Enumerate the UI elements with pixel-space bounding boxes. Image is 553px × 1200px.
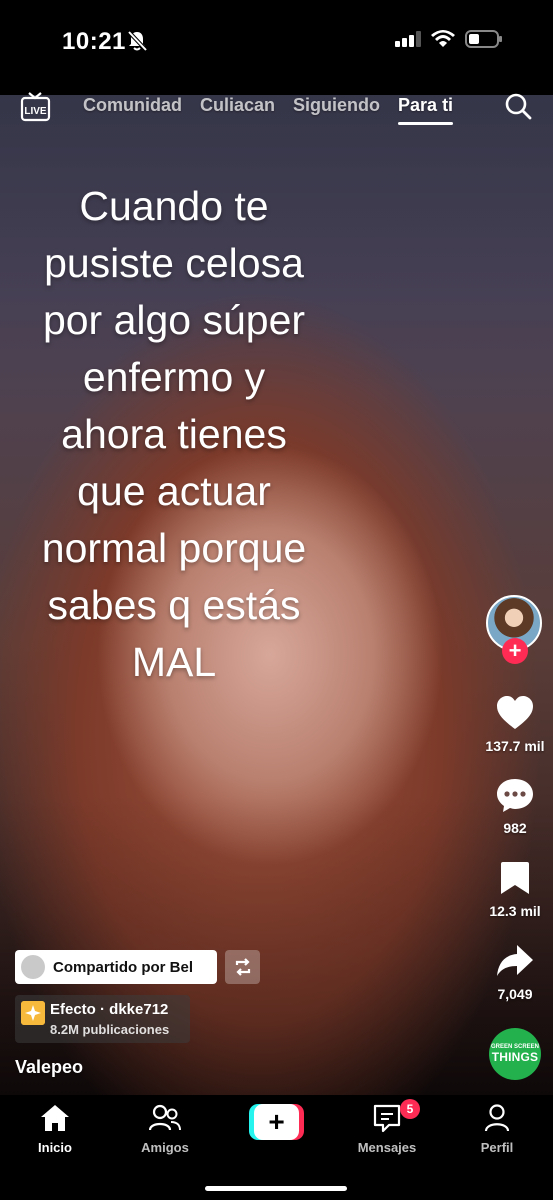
top-nav: LIVE Comunidad Culiacan Siguiendo Para t… [0, 90, 553, 125]
repost-icon [235, 958, 250, 976]
like-count: 137.7 mil [485, 738, 545, 754]
bookmark-icon [501, 862, 529, 894]
share-button[interactable]: 7,049 [484, 943, 546, 1002]
share-count: 7,049 [497, 986, 533, 1002]
nav-profile[interactable]: Perfil [452, 1103, 542, 1155]
author-name[interactable]: Valepeo [15, 1057, 83, 1078]
nav-profile-label: Perfil [480, 1140, 514, 1155]
live-label: LIVE [24, 106, 47, 117]
like-button[interactable]: 137.7 mil [484, 695, 546, 754]
sound-disc[interactable]: GREEN SCREEN THINGS [489, 1028, 541, 1080]
profile-icon [484, 1104, 510, 1132]
tab-siguiendo[interactable]: Siguiendo [293, 95, 380, 116]
shared-by-label: Compartido por Bel [53, 958, 194, 976]
battery-icon [465, 30, 502, 48]
comment-button[interactable]: 982 [484, 777, 546, 836]
search-icon[interactable] [504, 92, 532, 120]
inbox-icon [373, 1104, 401, 1133]
heart-icon [497, 696, 533, 729]
status-bar: 10:21 [0, 0, 553, 95]
shared-by-chip[interactable]: Compartido por Bel [15, 950, 217, 984]
plus-icon: + [254, 1104, 299, 1140]
nav-inbox-label: Mensajes [357, 1140, 417, 1155]
nav-friends-label: Amigos [141, 1140, 189, 1155]
overlay-line: Cuando te [79, 183, 269, 229]
status-time: 10:21 [62, 28, 126, 55]
overlay-line: sabes q estás [47, 582, 301, 628]
effect-title: Efecto · dkke712 [50, 1001, 169, 1018]
share-arrow-icon [497, 945, 533, 976]
inbox-badge: 5 [400, 1099, 420, 1119]
effect-icon [21, 1001, 45, 1025]
comment-count: 982 [503, 820, 527, 836]
feed-tabs: Comunidad Culiacan Siguiendo Para ti [83, 95, 454, 125]
friends-icon [148, 1104, 181, 1131]
overlay-line: MAL [131, 639, 217, 685]
comment-icon [497, 779, 533, 812]
bell-slash-icon [127, 30, 147, 52]
effect-chip[interactable]: Efecto · dkke712 8.2M publicaciones [15, 995, 190, 1043]
tab-culiacan[interactable]: Culiacan [200, 95, 275, 116]
bottom-nav: Inicio Amigos + Mensajes 5 Perfil [0, 1095, 553, 1200]
nav-friends[interactable]: Amigos [120, 1103, 210, 1155]
video-overlay-text: Cuando te pusiste celosa por algo súper … [8, 178, 340, 691]
signal-icon [395, 31, 421, 47]
tab-para-ti[interactable]: Para ti [398, 95, 454, 125]
home-icon [41, 1105, 69, 1131]
create-button[interactable]: + [249, 1104, 304, 1140]
effect-usage-count: 8.2M publicaciones [50, 1022, 170, 1037]
sharer-avatar [21, 955, 45, 979]
live-icon[interactable]: LIVE [20, 90, 51, 122]
overlay-line: ahora tienes [61, 411, 287, 457]
repost-button[interactable] [225, 950, 260, 984]
overlay-line: que actuar [77, 468, 271, 514]
save-button[interactable]: 12.3 mil [484, 860, 546, 919]
nav-home[interactable]: Inicio [10, 1103, 100, 1155]
follow-button[interactable]: + [502, 638, 528, 664]
overlay-line: enfermo y [82, 354, 266, 400]
home-indicator [205, 1186, 347, 1191]
overlay-line: pusiste celosa [44, 240, 304, 286]
save-count: 12.3 mil [489, 903, 541, 919]
overlay-line: normal porque [41, 525, 307, 571]
sound-disc-line2: THINGS [491, 1050, 539, 1064]
wifi-icon [431, 30, 455, 47]
status-icons [395, 30, 503, 48]
tab-comunidad[interactable]: Comunidad [83, 95, 182, 116]
overlay-line: por algo súper [42, 297, 306, 343]
nav-home-label: Inicio [38, 1140, 72, 1155]
